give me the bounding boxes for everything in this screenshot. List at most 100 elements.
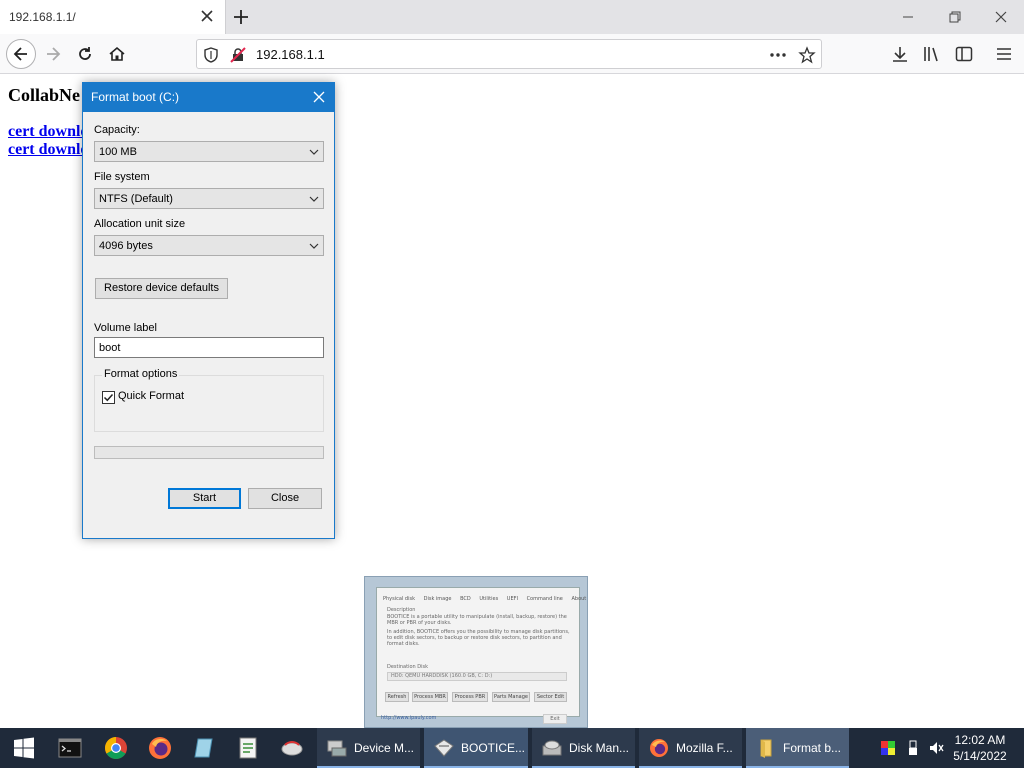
cert-download-link-1[interactable]: cert downlo (8, 123, 88, 141)
home-button[interactable] (104, 41, 130, 67)
clock-time: 12:02 AM (954, 733, 1006, 747)
reload-button[interactable] (72, 41, 98, 67)
shield-icon[interactable] (202, 46, 220, 64)
chevron-down-icon (309, 149, 319, 155)
chevron-down-icon (309, 243, 319, 249)
windows-start-icon[interactable] (12, 736, 36, 760)
close-tab-icon[interactable] (199, 8, 215, 24)
taskbar-app-bootice[interactable]: BOOTICE... (424, 728, 528, 768)
capacity-value: 100 MB (99, 146, 137, 158)
checkmark-icon (103, 393, 114, 402)
speaker-muted-icon[interactable] (928, 740, 944, 756)
allocation-unit-select[interactable]: 4096 bytes (94, 235, 324, 256)
notepad-plus-icon[interactable] (236, 736, 260, 760)
format-options-label: Format options (102, 368, 180, 380)
url-text[interactable]: 192.168.1.1 (256, 47, 325, 62)
capacity-select[interactable]: 100 MB (94, 141, 324, 162)
sidebar-icon[interactable] (954, 44, 974, 64)
browser-tab-strip: 192.168.1.1/ (0, 0, 1024, 34)
restore-defaults-button[interactable]: Restore device defaults (95, 278, 228, 299)
insecure-lock-icon[interactable] (229, 46, 247, 64)
bootice-tab: BCD (460, 596, 471, 602)
volume-label-label: Volume label (94, 322, 157, 334)
taskbar-thumbnail-preview[interactable]: Physical disk Disk image BCD Utilities U… (364, 576, 588, 728)
browser-tab[interactable]: 192.168.1.1/ (0, 0, 226, 34)
quick-format-checkbox[interactable] (102, 391, 115, 404)
bootice-window-thumbnail: Physical disk Disk image BCD Utilities U… (376, 587, 586, 724)
bootice-refresh-button: Refresh (385, 692, 409, 702)
start-button[interactable]: Start (168, 488, 241, 509)
command-prompt-icon[interactable] (58, 736, 82, 760)
folder-icon (760, 739, 772, 758)
system-clock[interactable]: 12:02 AM 5/14/2022 (945, 732, 1015, 764)
dialog-title: Format boot (C:) (91, 90, 180, 104)
page-actions-icon[interactable] (769, 46, 787, 64)
dialog-titlebar[interactable]: Format boot (C:) (83, 83, 334, 112)
taskbar-app-label: Format b... (783, 741, 842, 755)
taskbar-app-label: Device M... (354, 741, 415, 755)
format-options-group: Format options Quick Format (94, 368, 324, 432)
forward-arrow-icon (47, 47, 61, 61)
restore-icon[interactable] (945, 7, 965, 27)
forward-button[interactable] (40, 41, 66, 67)
cert-download-link-2[interactable]: cert downlo (8, 141, 88, 159)
back-arrow-icon (13, 47, 27, 61)
network-app-icon[interactable] (280, 736, 304, 760)
quick-format-label[interactable]: Quick Format (118, 390, 184, 402)
bootice-tab: Physical disk (383, 596, 415, 602)
home-icon (109, 46, 125, 61)
taskbar-app-format-dialog[interactable]: Format b... (746, 728, 849, 768)
bootice-dest-select: HD0: QEMU HARDDISK (160.0 GB, C: D:) (387, 672, 567, 681)
bootice-tab: Command line (526, 596, 563, 602)
firefox-icon[interactable] (148, 736, 172, 760)
allocation-unit-label: Allocation unit size (94, 218, 186, 230)
bootice-desc-title: Description (387, 607, 416, 613)
url-bar[interactable]: 192.168.1.1 (196, 39, 822, 69)
taskbar-app-label: BOOTICE... (461, 741, 526, 755)
bootice-exit-button: Exit (543, 714, 567, 724)
library-icon[interactable] (922, 44, 942, 64)
clock-date: 5/14/2022 (953, 749, 1007, 763)
menu-icon[interactable] (994, 44, 1014, 64)
bootice-tabs: Physical disk Disk image BCD Utilities U… (383, 596, 593, 602)
allocation-unit-value: 4096 bytes (99, 240, 153, 252)
color-tray-icon[interactable] (880, 740, 896, 756)
bootice-process-pbr-button: Process PBR (452, 692, 488, 702)
chrome-icon[interactable] (104, 736, 128, 760)
bootice-parts-manage-button: Parts Manage (492, 692, 530, 702)
bootice-desc-line: MBR or PBR of your disks. (387, 620, 452, 626)
glass-app-icon[interactable] (192, 736, 216, 760)
disk-management-icon (542, 740, 562, 756)
downloads-icon[interactable] (890, 44, 910, 64)
bootice-dest-label: Destination Disk (387, 664, 429, 670)
bootice-tab: Disk image (423, 596, 452, 602)
browser-toolbar: 192.168.1.1 (0, 34, 1024, 74)
reload-icon (79, 47, 91, 60)
dialog-close-icon[interactable] (312, 90, 326, 104)
taskbar-app-firefox[interactable]: Mozilla F... (639, 728, 742, 768)
taskbar-app-disk-management[interactable]: Disk Man... (532, 728, 635, 768)
bootice-desc-line: format disks. (387, 641, 420, 647)
volume-label-input[interactable]: boot (94, 337, 324, 358)
format-dialog: Format boot (C:) Capacity: 100 MB File s… (82, 82, 335, 539)
filesystem-label: File system (94, 171, 150, 183)
bootice-tab: Utilities (479, 596, 499, 602)
taskbar-app-label: Disk Man... (569, 741, 630, 755)
filesystem-select[interactable]: NTFS (Default) (94, 188, 324, 209)
close-window-icon[interactable] (991, 7, 1011, 27)
minimize-icon[interactable] (898, 7, 918, 27)
device-manager-icon (327, 740, 347, 757)
bootice-url: http://www.ipauly.com (381, 715, 437, 721)
taskbar-app-device-manager[interactable]: Device M... (317, 728, 420, 768)
new-tab-icon[interactable] (231, 7, 251, 27)
bootice-tab: About (571, 596, 587, 602)
close-button[interactable]: Close (248, 488, 322, 509)
chevron-down-icon (309, 196, 319, 202)
bookmark-star-icon[interactable] (798, 46, 816, 64)
filesystem-value: NTFS (Default) (99, 193, 173, 205)
bootice-icon (434, 739, 454, 757)
bootice-sector-edit-button: Sector Edit (534, 692, 567, 702)
usb-device-icon[interactable] (905, 740, 921, 756)
back-button[interactable] (6, 39, 36, 69)
bootice-tab: UEFI (506, 596, 518, 602)
